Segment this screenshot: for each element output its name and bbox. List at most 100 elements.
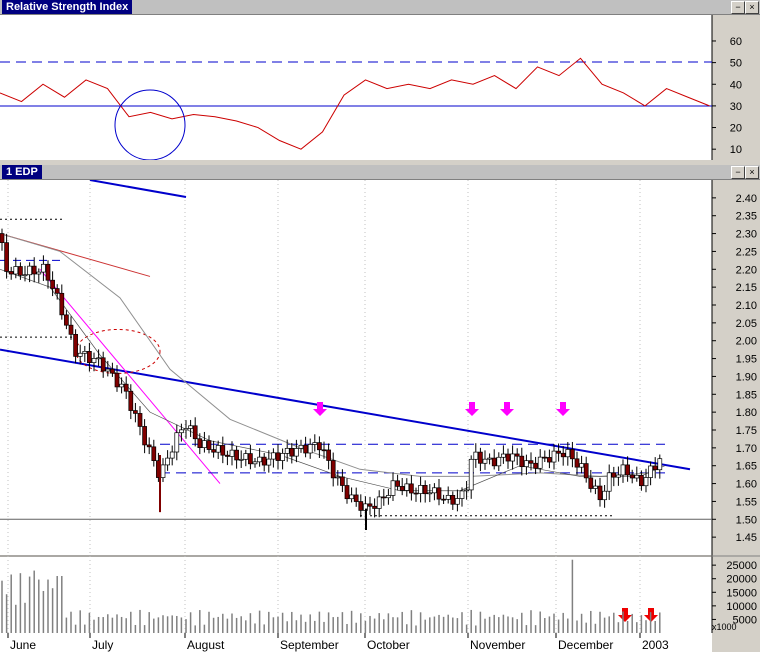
candle-body (133, 410, 138, 414)
price-tick-label: 1.70 (736, 443, 757, 455)
candle-body (142, 426, 147, 446)
candle-body (418, 485, 423, 494)
price-tick-label: 1.95 (736, 354, 757, 366)
candle-body (64, 314, 69, 326)
candle-body (547, 457, 552, 463)
candle-body (551, 450, 557, 463)
price-panel-title: 1 EDP (2, 165, 42, 179)
candle-body (229, 449, 235, 457)
price-tick-label: 1.75 (736, 425, 757, 437)
candle-body (4, 242, 9, 272)
candle-body (100, 357, 106, 372)
candle-body (519, 455, 525, 468)
candle-body (445, 495, 451, 500)
price-tick-label: 1.90 (736, 371, 757, 383)
candle-body (639, 474, 644, 487)
candle-body (27, 265, 32, 276)
candle-body (436, 487, 442, 500)
candle-body (643, 477, 649, 487)
candle-body (560, 452, 566, 458)
price-tick-label: 2.25 (736, 246, 757, 258)
candle-body (284, 447, 290, 454)
volume-tick-label: 15000 (726, 587, 757, 599)
price-tick-label: 2.10 (736, 300, 757, 312)
price-volume-chart: 2.40 2.35 2.30 2.25 2.20 2.15 2.10 2.05 2.00 1.95… (0, 180, 760, 652)
candle-body (657, 458, 663, 471)
candle-body (634, 474, 640, 479)
candle-body (312, 442, 318, 445)
candle-body (468, 458, 474, 491)
candle-body (0, 233, 5, 243)
rsi-minimize-button[interactable]: − (731, 1, 745, 14)
price-tick-label: 2.35 (736, 211, 757, 223)
candle-body (478, 451, 483, 464)
price-tick-label: 2.40 (736, 193, 757, 205)
rsi-plot-area (0, 15, 712, 160)
candle-body (252, 461, 258, 465)
candle-body (487, 457, 492, 460)
candle-body (105, 368, 111, 372)
rsi-close-button[interactable]: × (745, 1, 759, 14)
candle-body (353, 494, 359, 502)
candle-body (349, 494, 354, 500)
candle-body (367, 503, 373, 507)
volume-unit-label: x1000 (712, 622, 737, 632)
candle-body (625, 464, 630, 476)
price-tick-label: 2.30 (736, 229, 757, 241)
candle-body (464, 489, 469, 492)
rsi-tick-label: 60 (730, 36, 742, 48)
candle-body (22, 274, 28, 277)
volume-tick-labels: 250002000015000100005000 (712, 560, 757, 626)
candle-body (36, 271, 42, 275)
candle-body (91, 358, 97, 363)
candle-body (533, 462, 538, 469)
price-tick-labels: 2.40 2.35 2.30 2.25 2.20 2.15 2.10 2.05 2.00 1.95… (712, 193, 757, 544)
candle-body (602, 490, 607, 501)
candle-body (620, 464, 626, 476)
candle-body (179, 429, 184, 434)
candle-body (427, 492, 433, 495)
price-panel-titlebar: 1 EDP − × (0, 165, 760, 180)
candle-body (616, 474, 621, 478)
candle-body (289, 447, 295, 457)
candle-body (298, 444, 304, 449)
month-tick-label: July (92, 638, 113, 652)
candle-body (123, 383, 129, 392)
price-close-button[interactable]: × (745, 166, 759, 179)
month-tick-label: December (558, 638, 613, 652)
candle-body (73, 334, 78, 357)
price-tick-label: 2.00 (736, 336, 757, 348)
month-tick-label: August (187, 638, 225, 652)
candle-body (390, 480, 396, 496)
candle-body (648, 465, 653, 478)
candle-body (422, 485, 428, 495)
candle-body (432, 487, 437, 494)
candle-body (537, 456, 543, 469)
candle-body (257, 456, 262, 463)
candle-body (137, 413, 143, 427)
candle-body (606, 472, 612, 492)
candle-body (372, 505, 377, 509)
candle-body (261, 456, 267, 466)
price-tick-label: 1.50 (736, 514, 757, 526)
candle-body (8, 271, 14, 275)
candle-body (399, 486, 405, 491)
candle-body (197, 438, 203, 448)
candle-body (652, 465, 658, 471)
candle-body (160, 464, 166, 478)
candle-body (593, 485, 598, 489)
candle-body (211, 449, 216, 453)
candle-body (151, 446, 157, 462)
candle-body (128, 390, 134, 411)
candle-body (243, 453, 249, 460)
candle-body (330, 460, 336, 479)
candle-body (524, 460, 529, 468)
candle-body (77, 352, 83, 357)
candle-body (165, 457, 170, 466)
candle-body (570, 449, 575, 460)
price-minimize-button[interactable]: − (731, 166, 745, 179)
candle-body (59, 292, 65, 316)
month-tick-label: 2003 (642, 638, 669, 652)
candle-body (450, 495, 456, 505)
candle-body (510, 453, 515, 462)
